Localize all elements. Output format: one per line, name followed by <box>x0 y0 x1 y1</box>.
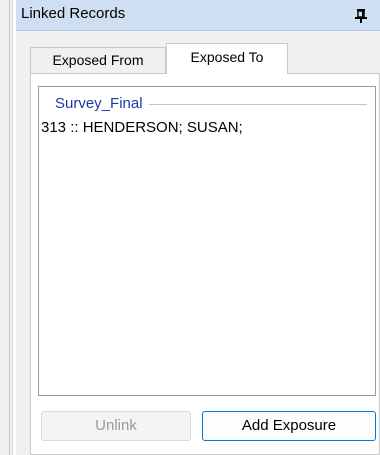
unlink-button[interactable]: Unlink <box>41 411 191 441</box>
pushpin-icon-graphic <box>355 9 367 23</box>
linked-records-panel: Linked Records Exposed From Exposed To S… <box>16 0 380 455</box>
panel-titlebar: Linked Records <box>16 0 380 31</box>
tab-strip: Exposed From Exposed To <box>16 31 380 74</box>
linked-records-window: Linked Records Exposed From Exposed To S… <box>0 0 380 455</box>
tab-exposed-from[interactable]: Exposed From <box>30 47 166 73</box>
tab-content-exposed-to: Survey_Final 313 :: HENDERSON; SUSAN; Un… <box>30 73 380 455</box>
linked-records-list[interactable]: Survey_Final 313 :: HENDERSON; SUSAN; <box>38 86 376 396</box>
left-dock-edge <box>0 0 13 455</box>
pushpin-icon[interactable] <box>354 8 368 24</box>
dock-divider <box>9 0 10 455</box>
tab-exposed-to[interactable]: Exposed To <box>166 43 288 74</box>
group-title: Survey_Final <box>55 95 149 112</box>
add-exposure-button[interactable]: Add Exposure <box>202 411 376 441</box>
list-group-header: Survey_Final <box>55 92 367 114</box>
panel-title: Linked Records <box>21 5 126 22</box>
list-item[interactable]: 313 :: HENDERSON; SUSAN; <box>41 119 243 136</box>
